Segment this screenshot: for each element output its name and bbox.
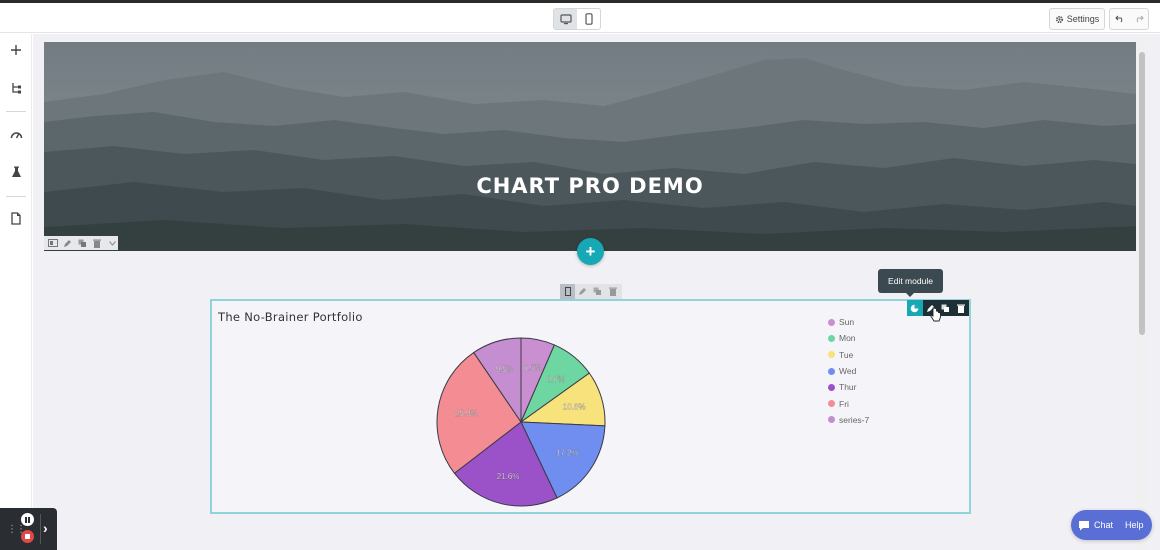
vertical-scrollbar[interactable] <box>1137 42 1147 550</box>
duplicate-icon[interactable] <box>590 284 605 299</box>
pie-data-label: 6.5% <box>523 364 541 373</box>
help-label: Help <box>1125 520 1144 530</box>
legend-label: Fri <box>839 398 849 409</box>
navigator-icon[interactable] <box>6 78 26 98</box>
edit-icon[interactable] <box>575 284 590 299</box>
delete-icon[interactable] <box>954 300 970 316</box>
sidebar-divider <box>6 196 26 197</box>
legend-label: series-7 <box>839 414 870 425</box>
flask-icon[interactable] <box>6 162 26 182</box>
legend-marker <box>828 367 835 375</box>
column-toolbar <box>560 284 622 299</box>
pause-icon[interactable] <box>21 513 34 526</box>
scrollbar-thumb[interactable] <box>1139 52 1145 335</box>
row-settings-icon[interactable] <box>47 237 59 249</box>
legend-label: Sun <box>839 317 855 328</box>
performance-icon[interactable] <box>6 124 26 144</box>
gear-icon <box>1055 15 1063 23</box>
chart-title: The No-Brainer Portfolio <box>218 310 363 324</box>
delete-icon[interactable] <box>605 284 620 299</box>
settings-button[interactable]: Settings <box>1049 8 1105 30</box>
legend-item[interactable]: Fri <box>828 395 869 411</box>
stop-icon[interactable] <box>21 530 34 543</box>
pie-chart: 6.5% 8.6% 10.6% 17.2% 21.6% 25.9% 9.5% <box>436 337 606 507</box>
legend-marker <box>828 334 835 342</box>
edit-module-tooltip: Edit module <box>878 269 943 297</box>
pie-data-label: 8.6% <box>547 375 565 384</box>
legend-item[interactable]: Mon <box>828 330 869 346</box>
legend-item[interactable]: Thur <box>828 379 869 395</box>
chevron-right-icon[interactable]: › <box>43 520 48 536</box>
pie-data-label: 9.5% <box>496 365 514 374</box>
add-icon[interactable] <box>6 40 26 60</box>
add-section-button[interactable]: + <box>577 238 604 265</box>
legend-item[interactable]: Wed <box>828 363 869 379</box>
legend-item[interactable]: series-7 <box>828 412 869 428</box>
duplicate-icon[interactable] <box>77 237 89 249</box>
row-toolbar <box>44 236 118 250</box>
pie-data-label: 10.6% <box>563 402 586 411</box>
sidebar-divider <box>6 111 26 112</box>
legend-item[interactable]: Tue <box>828 347 869 363</box>
pie-data-label: 21.6% <box>497 472 520 481</box>
module-settings-icon[interactable] <box>907 300 923 316</box>
mouse-cursor-icon <box>930 307 941 322</box>
page-icon[interactable] <box>6 208 26 228</box>
legend-marker <box>828 416 835 424</box>
delete-icon[interactable] <box>91 237 103 249</box>
device-switcher <box>553 8 601 30</box>
column-settings-icon[interactable] <box>560 284 575 299</box>
legend-label: Thur <box>839 382 857 393</box>
hero-section[interactable]: CHART PRO DEMO <box>44 42 1136 251</box>
screen-recorder-widget: ⋮⋮ › <box>0 508 57 550</box>
chart-legend: Sun Mon Tue Wed Thur Fri series-7 <box>828 314 869 428</box>
legend-marker <box>828 318 835 326</box>
pie-data-label: 25.9% <box>455 409 478 418</box>
legend-marker <box>828 351 835 359</box>
edit-icon[interactable] <box>62 237 74 249</box>
chat-widget[interactable]: Chat Help <box>1071 510 1152 540</box>
legend-label: Mon <box>839 333 856 344</box>
chat-bubble-icon <box>1079 520 1089 530</box>
legend-marker <box>828 400 835 408</box>
chevron-down-icon[interactable] <box>106 237 118 249</box>
pie-data-label: 17.2% <box>556 449 579 458</box>
help-button[interactable]: Help <box>1117 510 1144 540</box>
settings-label: Settings <box>1066 14 1100 24</box>
undo-icon[interactable] <box>1110 9 1129 29</box>
hero-title: CHART PRO DEMO <box>476 174 704 198</box>
left-sidebar <box>0 34 32 550</box>
legend-item[interactable]: Sun <box>828 314 869 330</box>
chat-label: Chat <box>1094 520 1114 530</box>
redo-icon[interactable] <box>1129 9 1148 29</box>
legend-label: Tue <box>839 349 854 360</box>
mobile-icon[interactable] <box>577 9 600 29</box>
legend-marker <box>828 383 835 391</box>
recorder-divider <box>40 514 41 544</box>
history-controls <box>1109 8 1149 30</box>
chat-button[interactable]: Chat <box>1071 510 1117 540</box>
legend-label: Wed <box>839 366 857 377</box>
top-toolbar: Settings <box>0 3 1160 33</box>
desktop-icon[interactable] <box>554 9 577 29</box>
